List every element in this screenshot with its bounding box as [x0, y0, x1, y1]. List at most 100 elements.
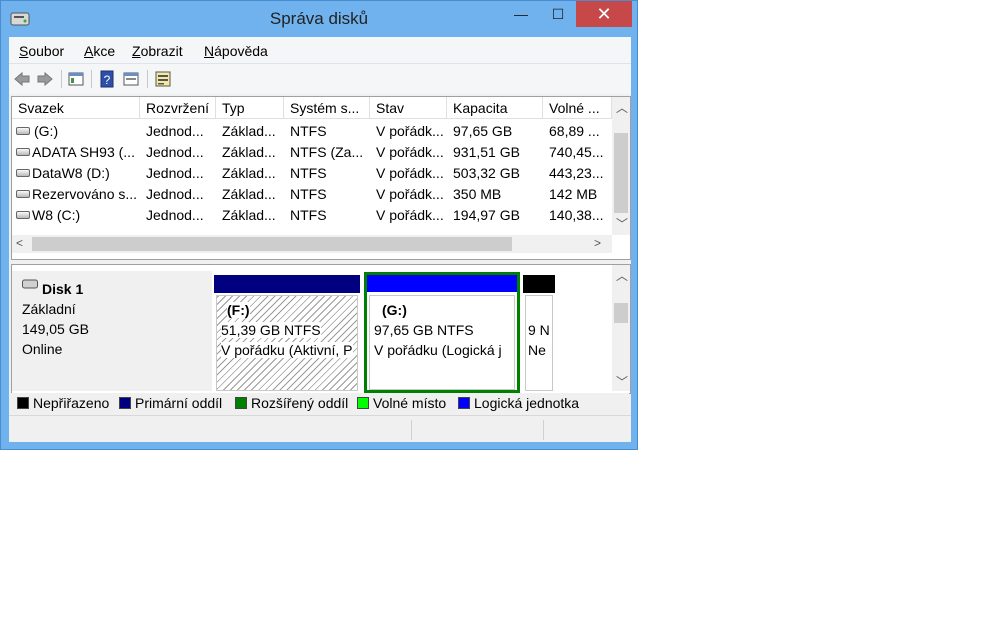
volume-type: Základ...: [222, 186, 276, 202]
volume-capacity: 194,97 GB: [453, 207, 520, 223]
legend-swatch: [119, 397, 131, 409]
legend-swatch: [458, 397, 470, 409]
scroll-left-icon[interactable]: <: [16, 236, 23, 250]
disk-status: Online: [22, 341, 63, 357]
column-header-rozvrzeni[interactable]: Rozvržení: [140, 97, 216, 119]
partition-body: (F:) 51,39 GB NTFS V pořádku (Aktivní, P: [216, 295, 358, 391]
maximize-button[interactable]: ☐: [541, 1, 575, 27]
volume-filesystem: NTFS: [290, 207, 327, 223]
volume-layout: Jednod...: [146, 144, 204, 160]
partition-letter: (G:): [382, 302, 407, 318]
status-bar: [9, 415, 631, 442]
toolbar-separator: [61, 70, 62, 88]
scroll-up-icon[interactable]: ︿: [616, 267, 628, 284]
scroll-down-icon[interactable]: ﹀: [616, 215, 628, 232]
column-header-system-souboru[interactable]: Systém s...: [284, 97, 370, 119]
scroll-thumb[interactable]: [32, 237, 512, 251]
volume-row[interactable]: W8 (C:) Jednod... Základ... NTFS V pořád…: [12, 205, 612, 226]
legend-label: Primární oddíl: [135, 395, 223, 411]
partition-body: 9 N Ne: [525, 295, 553, 391]
volume-type: Základ...: [222, 165, 276, 181]
settings-icon[interactable]: [154, 70, 172, 88]
help-icon[interactable]: ?: [98, 70, 116, 88]
volume-name: ADATA SH93 (...: [32, 144, 135, 160]
legend-item-logical-drive: Logická jednotka: [458, 395, 579, 411]
volume-row[interactable]: DataW8 (D:) Jednod... Základ... NTFS V p…: [12, 163, 612, 184]
view-icon[interactable]: [122, 70, 140, 88]
disk-management-window: Správa disků — ☐ ✕ Soubor Akce Zobrazit …: [0, 0, 638, 450]
disk-drive-icon: [22, 279, 38, 289]
volume-layout: Jednod...: [146, 186, 204, 202]
scroll-right-icon[interactable]: >: [594, 236, 601, 250]
partition-status: V pořádku (Logická j: [374, 342, 502, 358]
volume-filesystem: NTFS: [290, 165, 327, 181]
volume-type: Základ...: [222, 144, 276, 160]
partition-g[interactable]: (G:) 97,65 GB NTFS V pořádku (Logická j: [369, 295, 515, 390]
legend-swatch: [235, 397, 247, 409]
disk-type: Základní: [22, 301, 76, 317]
menu-zobrazit[interactable]: Zobrazit: [132, 43, 183, 59]
volume-filesystem: NTFS: [290, 186, 327, 202]
column-header-typ[interactable]: Typ: [216, 97, 284, 119]
volume-list-horizontal-scrollbar[interactable]: < >: [12, 235, 612, 253]
toolbar: ?: [9, 63, 631, 94]
menu-napoveda[interactable]: Nápověda: [204, 43, 268, 59]
volume-row[interactable]: Rezervováno s... Jednod... Základ... NTF…: [12, 184, 612, 205]
partition-unallocated[interactable]: 9 N Ne: [523, 275, 555, 391]
volume-name: W8 (C:): [32, 207, 81, 223]
scroll-thumb[interactable]: [614, 303, 628, 323]
volume-type: Základ...: [222, 207, 276, 223]
title-bar[interactable]: Správa disků — ☐ ✕: [1, 1, 637, 37]
volume-name: (G:): [34, 123, 59, 139]
forward-arrow-icon[interactable]: [36, 70, 54, 88]
legend-label: Rozšířený oddíl: [251, 395, 349, 411]
column-header-volne[interactable]: Volné ...: [543, 97, 612, 119]
volume-row[interactable]: ADATA SH93 (... Jednod... Základ... NTFS…: [12, 142, 612, 163]
volume-free: 140,38...: [549, 207, 604, 223]
legend-label: Nepřiřazeno: [33, 395, 110, 411]
disk-info-panel[interactable]: Disk 1 Základní 149,05 GB Online: [12, 271, 212, 391]
legend-item-free-space: Volné místo: [357, 395, 446, 411]
partition-color-bar: [214, 275, 360, 293]
scroll-down-icon[interactable]: ﹀: [616, 373, 628, 390]
volume-filesystem: NTFS: [290, 123, 327, 139]
disk-view-vertical-scrollbar[interactable]: ︿ ﹀: [612, 265, 630, 391]
volume-capacity: 97,65 GB: [453, 123, 513, 139]
extended-partition[interactable]: (G:) 97,65 GB NTFS V pořádku (Logická j: [364, 272, 520, 393]
legend: Nepřiřazeno Primární oddíl Rozšířený odd…: [11, 393, 629, 413]
column-header-kapacita[interactable]: Kapacita: [447, 97, 543, 119]
toolbar-separator: [147, 70, 148, 88]
scroll-up-icon[interactable]: ︿: [616, 99, 628, 116]
volume-disk-icon: [16, 211, 30, 219]
partition-status: Ne: [528, 342, 546, 358]
volume-layout: Jednod...: [146, 123, 204, 139]
back-arrow-icon[interactable]: [13, 70, 31, 88]
volume-disk-icon: [16, 148, 30, 156]
partition-size: 51,39 GB NTFS: [221, 322, 321, 338]
partition-f[interactable]: (F:) 51,39 GB NTFS V pořádku (Aktivní, P: [214, 275, 360, 391]
minimize-button[interactable]: —: [501, 1, 541, 27]
volume-name: Rezervováno s...: [32, 186, 138, 202]
volume-status: V pořádk...: [376, 144, 444, 160]
partition-letter: (F:): [227, 302, 250, 318]
volume-row[interactable]: (G:) Jednod... Základ... NTFS V pořádk..…: [12, 121, 612, 142]
volume-capacity: 350 MB: [453, 186, 502, 202]
close-button[interactable]: ✕: [576, 1, 632, 27]
volume-list: Svazek Rozvržení Typ Systém s... Stav Ka…: [11, 96, 631, 260]
menu-soubor[interactable]: Soubor: [19, 43, 64, 59]
volume-status: V pořádk...: [376, 165, 444, 181]
column-header-svazek[interactable]: Svazek: [12, 97, 140, 119]
scroll-thumb[interactable]: [614, 133, 628, 213]
legend-label: Logická jednotka: [474, 395, 580, 411]
legend-item-extended: Rozšířený oddíl: [235, 395, 348, 411]
legend-swatch: [357, 397, 369, 409]
volume-filesystem: NTFS (Za...: [290, 144, 364, 160]
column-header-stav[interactable]: Stav: [370, 97, 447, 119]
disk-name: Disk 1: [42, 281, 84, 297]
volume-free: 142 MB: [549, 186, 598, 202]
volume-status: V pořádk...: [376, 207, 444, 223]
client-area: Soubor Akce Zobrazit Nápověda ? Svazek R…: [9, 37, 631, 442]
properties-icon[interactable]: [67, 70, 85, 88]
volume-list-vertical-scrollbar[interactable]: ︿ ﹀: [612, 97, 630, 235]
menu-akce[interactable]: Akce: [84, 43, 115, 59]
